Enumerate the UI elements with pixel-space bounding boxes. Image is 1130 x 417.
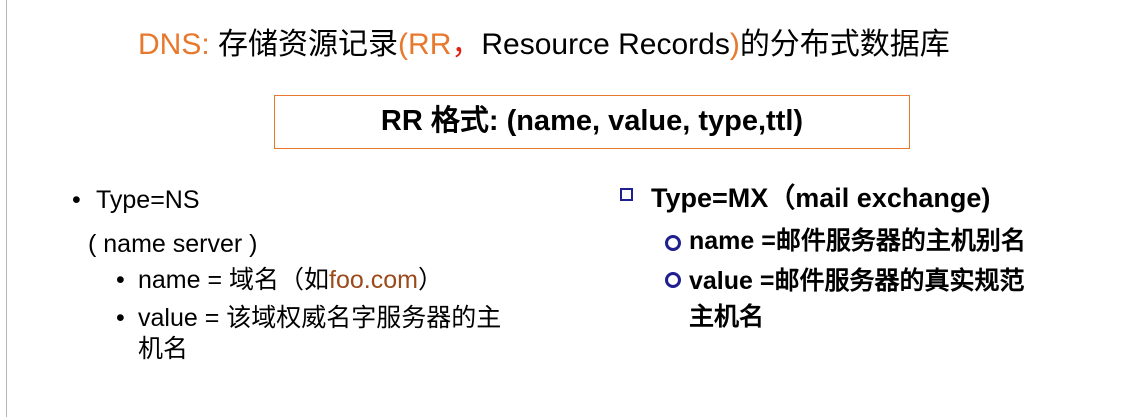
slide-left-border [6,0,7,417]
left-type-label: Type=NS [96,186,200,214]
bullet-dot-icon: • [116,304,125,332]
title-rr: RR [408,28,452,61]
title-resource-records: Resource Records [481,28,730,61]
right-name-item: name =邮件服务器的主机别名 [689,227,1026,255]
circle-bullet-icon [665,272,681,288]
title-comma: ， [451,28,482,61]
title-part2: 的分布式数据库 [739,28,950,61]
circle-bullet-icon [665,235,681,251]
title-part1: 存储资源记录 [209,28,399,61]
left-value-line2: 机名 [138,335,189,363]
title-dns: DNS: [138,28,210,61]
bullet-dot-icon: • [72,186,81,214]
left-value-line1: value = 该域权威名字服务器的主 [138,304,502,332]
title-paren-close: ) [729,28,740,61]
right-type-label: Type=MX（mail exchange) [651,183,991,213]
left-name-prefix: name = 域名（如 [138,266,330,294]
square-bullet-icon [620,188,633,201]
rr-format-box: RR 格式: (name, value, type,ttl) [274,95,910,149]
left-name-item: name = 域名（如foo.com） [138,265,443,295]
left-name-suffix: ） [417,266,443,294]
bullet-dot-icon: • [116,266,125,294]
rr-format-text: RR 格式: (name, value, type,ttl) [380,105,804,137]
slide-title: DNS: 存储资源记录(RR，Resource Records)的分布式数据库 [138,26,950,64]
left-name-example: foo.com [329,266,418,294]
left-type-desc: ( name server ) [88,230,258,258]
right-value-line1: value =邮件服务器的真实规范 [689,267,1025,295]
title-paren-open: ( [398,28,409,61]
right-value-line2: 主机名 [689,303,765,331]
